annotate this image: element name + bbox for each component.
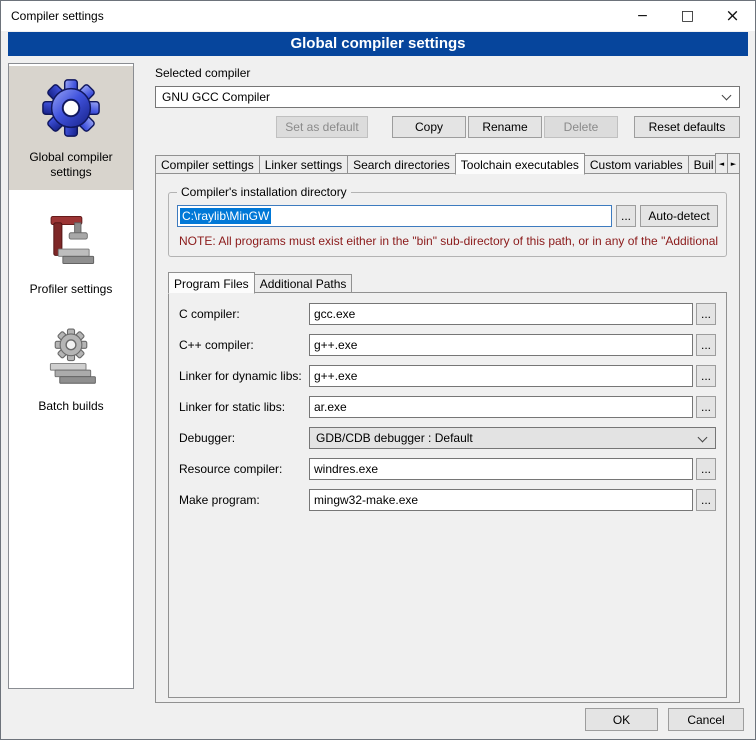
- compiler-actions: Set as default Copy Rename Delete Reset …: [155, 116, 740, 138]
- selected-path-text: C:\raylib\MinGW: [180, 208, 271, 224]
- linker-static-row: Linker for static libs: ...: [179, 396, 716, 418]
- linker-dynamic-row: Linker for dynamic libs: ...: [179, 365, 716, 387]
- linker-static-browse-button[interactable]: ...: [696, 396, 716, 418]
- sidebar-item-profiler-settings[interactable]: Profiler settings: [9, 198, 133, 307]
- auto-detect-button[interactable]: Auto-detect: [640, 205, 718, 227]
- make-program-row: Make program: ...: [179, 489, 716, 511]
- c-compiler-row: C compiler: ...: [179, 303, 716, 325]
- settings-tabstrip: Compiler settings Linker settings Search…: [155, 152, 740, 174]
- tab-build-options[interactable]: Buil: [688, 155, 720, 174]
- sidebar-item-global-compiler-settings[interactable]: Global compiler settings: [9, 66, 133, 190]
- reset-defaults-button[interactable]: Reset defaults: [634, 116, 740, 138]
- tab-linker-settings[interactable]: Linker settings: [259, 155, 348, 174]
- c-compiler-input[interactable]: [309, 303, 693, 325]
- installation-directory-input[interactable]: C:\raylib\MinGW: [177, 205, 612, 227]
- debugger-row: Debugger: GDB/CDB debugger : Default: [179, 427, 716, 449]
- bin-subdirectory-note: NOTE: All programs must exist either in …: [179, 234, 718, 248]
- c-compiler-browse-button[interactable]: ...: [696, 303, 716, 325]
- cancel-button[interactable]: Cancel: [668, 708, 744, 731]
- tab-custom-variables[interactable]: Custom variables: [584, 155, 689, 174]
- linker-dynamic-browse-button[interactable]: ...: [696, 365, 716, 387]
- cpp-compiler-input[interactable]: [309, 334, 693, 356]
- toolchain-executables-panel: Compiler's installation directory C:\ray…: [155, 173, 740, 703]
- settings-category-list: Global compiler settings Profiler settin…: [8, 63, 134, 689]
- tab-additional-paths[interactable]: Additional Paths: [254, 274, 353, 293]
- make-program-label: Make program:: [179, 493, 309, 507]
- resource-compiler-input[interactable]: [309, 458, 693, 480]
- resource-compiler-browse-button[interactable]: ...: [696, 458, 716, 480]
- resource-compiler-row: Resource compiler: ...: [179, 458, 716, 480]
- profiler-clamp-icon: [42, 204, 100, 276]
- close-button[interactable]: ×: [710, 1, 755, 31]
- dialog-body: Global compiler settings Profiler settin…: [1, 56, 755, 739]
- blue-gear-icon: [40, 72, 102, 144]
- tabstrip-scroll-area: Compiler settings Linker settings Search…: [155, 153, 715, 174]
- tab-toolchain-executables[interactable]: Toolchain executables: [455, 153, 585, 175]
- program-files-panel: C compiler: ... C++ compiler: ... Linker…: [168, 292, 727, 698]
- rename-button[interactable]: Rename: [468, 116, 542, 138]
- chevron-down-icon: [722, 91, 732, 101]
- titlebar: Compiler settings − □ ×: [1, 1, 755, 31]
- browse-directory-button[interactable]: ...: [616, 205, 636, 227]
- make-program-browse-button[interactable]: ...: [696, 489, 716, 511]
- sidebar-item-label: Global compiler settings: [11, 150, 131, 180]
- cpp-compiler-label: C++ compiler:: [179, 338, 309, 352]
- delete-button[interactable]: Delete: [544, 116, 618, 138]
- set-as-default-button[interactable]: Set as default: [276, 116, 368, 138]
- maximize-button[interactable]: □: [665, 1, 710, 31]
- debugger-label: Debugger:: [179, 431, 309, 445]
- compiler-select-value: GNU GCC Compiler: [162, 90, 270, 104]
- ok-button[interactable]: OK: [585, 708, 658, 731]
- chevron-down-icon: [698, 433, 708, 443]
- installation-directory-row: C:\raylib\MinGW ... Auto-detect: [177, 205, 718, 227]
- tab-compiler-settings[interactable]: Compiler settings: [155, 155, 260, 174]
- debugger-select-value: GDB/CDB debugger : Default: [316, 431, 473, 445]
- cpp-compiler-row: C++ compiler: ...: [179, 334, 716, 356]
- selected-compiler-label: Selected compiler: [155, 66, 740, 80]
- resource-compiler-label: Resource compiler:: [179, 462, 309, 476]
- debugger-select[interactable]: GDB/CDB debugger : Default: [309, 427, 716, 449]
- sidebar-item-label: Profiler settings: [30, 282, 113, 297]
- dialog-footer: OK Cancel: [585, 708, 744, 731]
- minimize-button[interactable]: −: [620, 1, 665, 31]
- window-title: Compiler settings: [1, 1, 620, 31]
- installation-directory-label: Compiler's installation directory: [177, 185, 351, 199]
- programs-tabstrip: Program Files Additional Paths: [168, 271, 727, 293]
- make-program-input[interactable]: [309, 489, 693, 511]
- gray-gears-icon: [41, 321, 101, 393]
- installation-directory-group: Compiler's installation directory C:\ray…: [168, 192, 727, 257]
- sidebar-item-batch-builds[interactable]: Batch builds: [9, 315, 133, 424]
- copy-button[interactable]: Copy: [392, 116, 466, 138]
- linker-static-label: Linker for static libs:: [179, 400, 309, 414]
- sidebar-item-label: Batch builds: [38, 399, 103, 414]
- linker-dynamic-label: Linker for dynamic libs:: [179, 369, 309, 383]
- linker-dynamic-input[interactable]: [309, 365, 693, 387]
- linker-static-input[interactable]: [309, 396, 693, 418]
- compiler-select[interactable]: GNU GCC Compiler: [155, 86, 740, 108]
- main-panel: Selected compiler GNU GCC Compiler Set a…: [145, 63, 748, 732]
- tab-program-files[interactable]: Program Files: [168, 272, 255, 294]
- cpp-compiler-browse-button[interactable]: ...: [696, 334, 716, 356]
- tab-scroll-right-icon[interactable]: ►: [727, 153, 740, 174]
- compiler-settings-window: Compiler settings − □ × Global compiler …: [0, 0, 756, 740]
- tab-search-directories[interactable]: Search directories: [347, 155, 456, 174]
- c-compiler-label: C compiler:: [179, 307, 309, 321]
- page-title: Global compiler settings: [8, 32, 748, 56]
